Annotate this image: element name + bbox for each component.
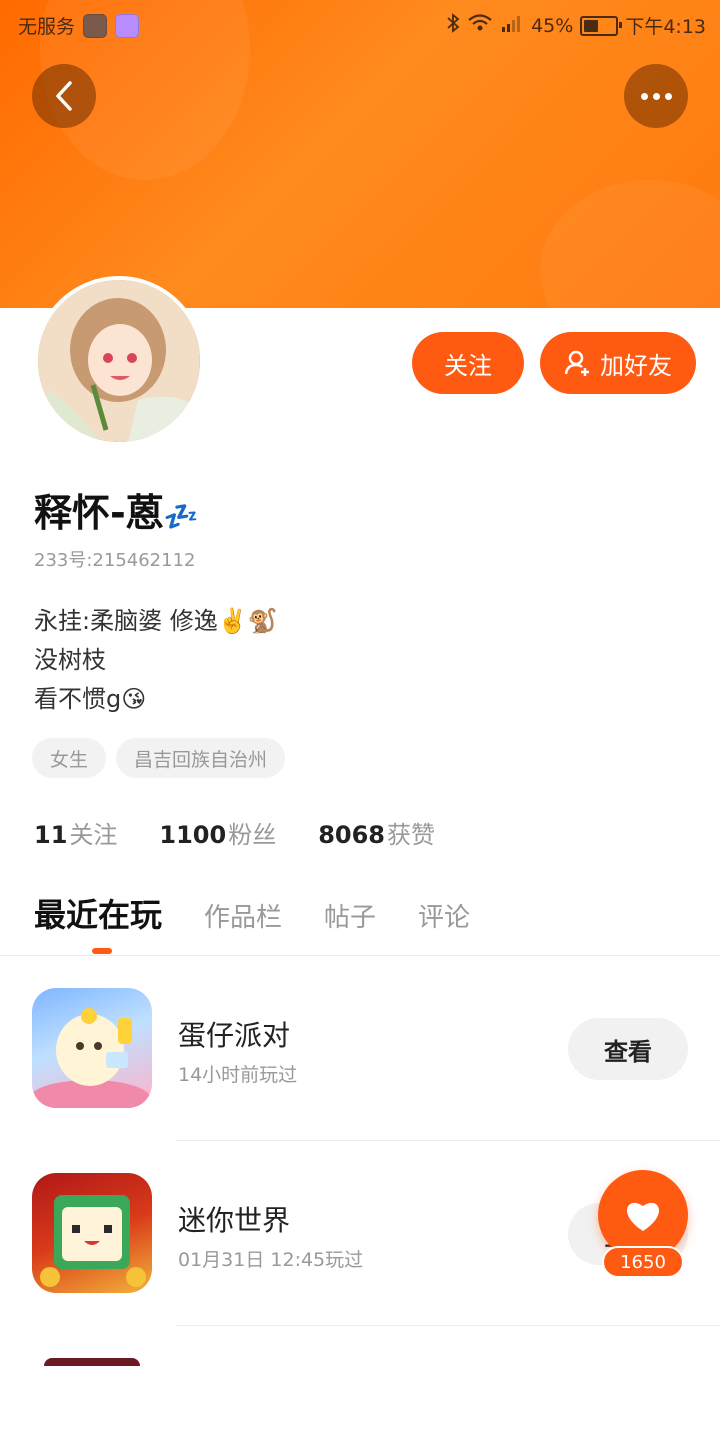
location-tag: 昌吉回族自治州 — [116, 738, 286, 778]
active-tab-indicator — [92, 948, 112, 954]
status-left: 无服务 — [18, 12, 140, 39]
game-name: 迷你世界 — [178, 1204, 291, 1237]
clock: 下午4:13 — [625, 16, 706, 38]
game-artwork — [32, 1008, 150, 1108]
likes-stat: 8068获赞 — [318, 815, 435, 850]
status-bar: 无服务 45% 下午4:13 — [0, 0, 720, 50]
username: 释怀-蒽💤 — [34, 482, 199, 537]
following-stat[interactable]: 11关注 — [34, 815, 117, 850]
battery-icon — [580, 15, 623, 36]
game-icon-partial — [44, 1358, 140, 1366]
row-divider — [176, 1325, 720, 1326]
tab-recently-played[interactable]: 最近在玩 — [34, 890, 162, 936]
header-decoration — [540, 180, 720, 308]
follow-button[interactable]: 关注 — [412, 332, 524, 394]
sleep-badge: 💤 — [163, 500, 199, 533]
game-artwork — [40, 1195, 146, 1287]
game-icon — [32, 1173, 152, 1293]
user-id: 233号:215462112 — [34, 550, 196, 571]
bio-line: 没树枝 — [34, 646, 106, 674]
stat-value: 1100 — [159, 821, 227, 849]
app-notification-icon — [83, 13, 108, 38]
tab-works[interactable]: 作品栏 — [204, 897, 282, 934]
add-friend-label: 加好友 — [600, 351, 672, 380]
gender-tag: 女生 — [32, 738, 107, 778]
status-right: 45% 下午4:13 — [446, 12, 706, 39]
avatar[interactable] — [34, 276, 204, 446]
more-horizontal-icon — [640, 92, 672, 100]
game-name: 蛋仔派对 — [178, 1019, 291, 1052]
content-tabs: 最近在玩 作品栏 帖子 评论 — [34, 890, 470, 936]
back-button[interactable] — [32, 64, 96, 128]
bio-line: 看不惯g😘 — [34, 685, 147, 713]
chevron-left-icon — [56, 81, 72, 111]
username-text: 释怀-蒽 — [34, 491, 164, 535]
game-last-played: 14小时前玩过 — [178, 1064, 298, 1086]
avatar-image — [38, 280, 200, 442]
stat-value: 11 — [34, 821, 68, 849]
battery-percent: 45% — [531, 14, 574, 37]
bluetooth-icon — [446, 13, 460, 38]
like-count: 1650 — [602, 1246, 684, 1278]
game-icon — [32, 988, 152, 1108]
add-person-icon — [564, 350, 589, 376]
game-list-item[interactable]: 蛋仔派对 14小时前玩过 查看 — [0, 956, 720, 1141]
stat-label: 关注 — [69, 821, 118, 849]
add-friend-button[interactable]: 加好友 — [540, 332, 696, 394]
heart-icon — [627, 1202, 659, 1231]
bio: 永挂:柔脑婆 修逸✌️🐒 没树枝 看不惯g😘 — [34, 602, 277, 719]
stat-label: 获赞 — [387, 821, 435, 849]
profile-tags: 女生 昌吉回族自治州 — [32, 738, 286, 778]
tab-comments[interactable]: 评论 — [418, 897, 470, 934]
fans-stat[interactable]: 1100粉丝 — [159, 815, 276, 850]
stat-value: 8068 — [318, 821, 385, 849]
carrier-text: 无服务 — [18, 16, 76, 38]
music-notification-icon — [115, 13, 140, 38]
cellular-signal-icon — [500, 13, 524, 38]
game-last-played: 01月31日 12:45玩过 — [178, 1249, 364, 1271]
tab-posts[interactable]: 帖子 — [324, 897, 376, 934]
wifi-icon — [467, 13, 493, 38]
bio-line: 永挂:柔脑婆 修逸✌️🐒 — [34, 607, 278, 635]
profile-stats: 11关注 1100粉丝 8068获赞 — [34, 815, 435, 850]
more-button[interactable] — [624, 64, 688, 128]
stat-label: 粉丝 — [228, 821, 277, 849]
view-game-button[interactable]: 查看 — [568, 1018, 688, 1080]
